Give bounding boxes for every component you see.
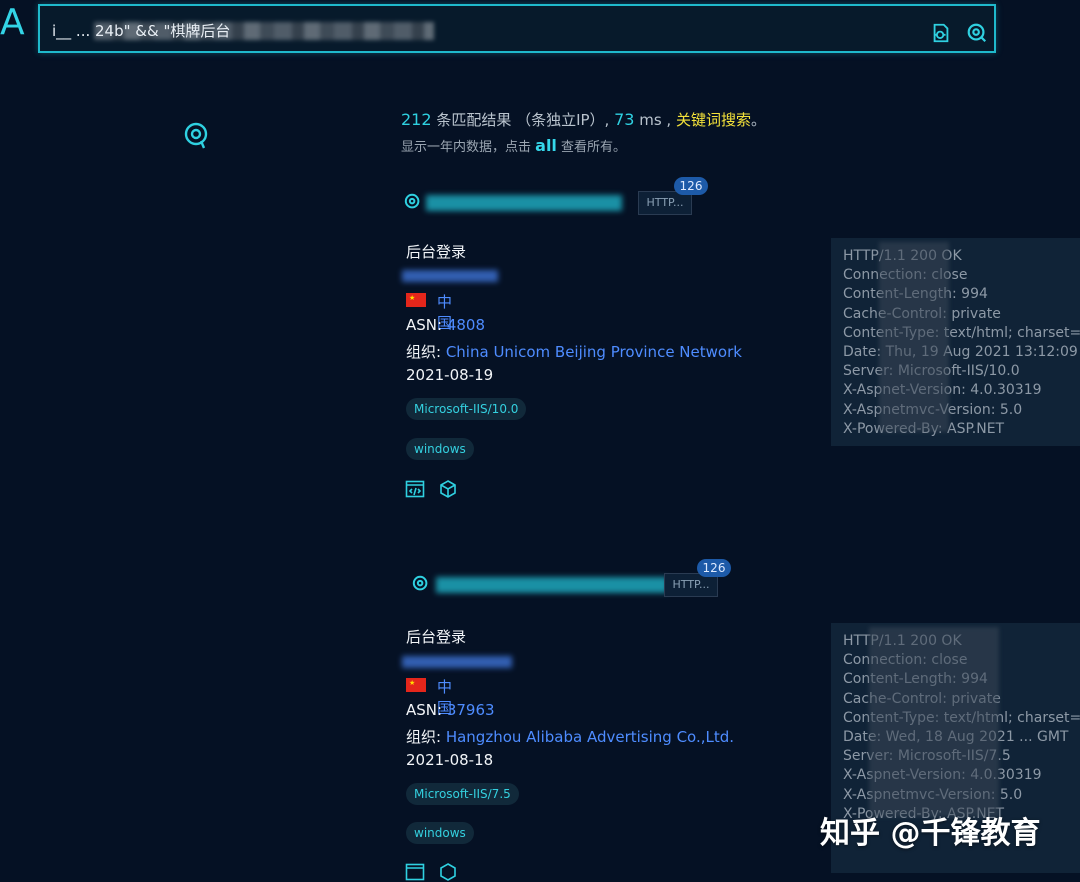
result-org: 组织: Hangzhou Alibaba Advertising Co.,Ltd…	[406, 726, 734, 747]
query-time: 73	[614, 110, 635, 129]
show-all-link[interactable]: all	[535, 136, 557, 155]
result-asn: ASN: 4808	[406, 316, 485, 334]
search-bar[interactable]: i__ ... 24b" && "棋牌后台	[38, 4, 996, 53]
cube-icon[interactable]	[438, 479, 458, 499]
org-link[interactable]: China Unicom Beijing Province Network	[446, 343, 742, 361]
asn-link[interactable]: 4808	[447, 316, 485, 334]
org-link[interactable]: Hangzhou Alibaba Advertising Co.,Ltd.	[446, 728, 734, 746]
os-tag[interactable]: windows	[406, 438, 474, 460]
redaction-mask	[879, 242, 949, 432]
image-search-icon[interactable]	[930, 22, 952, 44]
code-view-icon[interactable]	[405, 862, 425, 882]
query-time-suffix: ms ,	[634, 111, 676, 129]
scope-note-prefix: 显示一年内数据，点击	[401, 140, 536, 155]
scope-note-suffix: 查看所有。	[556, 140, 627, 155]
app-logo[interactable]: A	[0, 2, 25, 43]
radar-icon	[412, 575, 428, 591]
result-title: 后台登录	[406, 243, 467, 261]
result-scope-note: 显示一年内数据，点击 all 查看所有。	[401, 136, 626, 155]
count-badge: 126	[674, 177, 708, 195]
keyword-search-link[interactable]: 关键词搜索	[676, 111, 751, 129]
result-summary: 212 条匹配结果 （条独立IP）, 73 ms , 关键词搜索。	[401, 109, 766, 130]
result-org: 组织: China Unicom Beijing Province Networ…	[406, 341, 742, 362]
server-tag[interactable]: Microsoft-IIS/10.0	[406, 398, 527, 420]
code-view-icon[interactable]	[405, 479, 425, 499]
result-count-suffix: 条匹配结果 （条独立IP）,	[431, 111, 615, 129]
asn-label: ASN:	[406, 701, 447, 719]
asn-link[interactable]: 37963	[447, 701, 495, 719]
redacted-host-address	[426, 195, 622, 211]
result-date: 2021-08-18	[406, 751, 494, 769]
os-tag[interactable]: windows	[406, 822, 474, 844]
watermark: 知乎 @千锋教育	[820, 816, 1041, 851]
radar-icon	[404, 193, 420, 209]
redacted-ip-link[interactable]	[402, 270, 498, 282]
radar-icon	[184, 122, 208, 149]
china-flag-icon: ★	[406, 678, 426, 692]
org-label: 组织:	[406, 343, 446, 361]
search-query-text[interactable]: i__ ... 24b" && "棋牌后台	[52, 20, 532, 42]
redacted-ip-link[interactable]	[402, 656, 512, 668]
server-tag[interactable]: Microsoft-IIS/7.5	[406, 783, 519, 805]
cube-icon[interactable]	[438, 862, 458, 882]
china-flag-icon: ★	[406, 293, 426, 307]
count-badge: 126	[697, 559, 731, 577]
result-host-row[interactable]: HTTP... 126	[404, 177, 708, 217]
asn-label: ASN:	[406, 316, 447, 334]
result-asn: ASN: 37963	[406, 701, 495, 719]
result-date: 2021-08-19	[406, 366, 494, 384]
result-title: 后台登录	[406, 628, 467, 646]
org-label: 组织:	[406, 728, 446, 746]
redacted-host-address	[436, 577, 668, 593]
result-count: 212	[401, 110, 432, 129]
response-headers-panel: HTTP/1.1 200 OK Connection: close Conten…	[831, 238, 1080, 446]
search-icon[interactable]	[966, 22, 988, 44]
result-host-row[interactable]: HTTP... 126	[404, 559, 744, 599]
summary-end: 。	[750, 111, 766, 129]
redaction-mask	[869, 627, 999, 817]
